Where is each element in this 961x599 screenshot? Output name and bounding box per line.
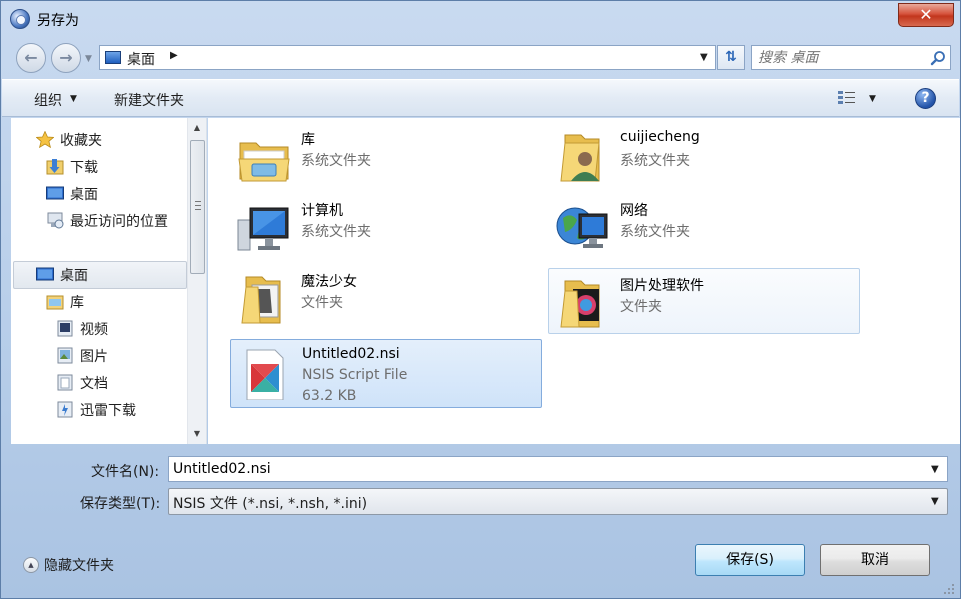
desktop-icon — [36, 267, 54, 281]
star-icon — [36, 131, 54, 148]
chevron-down-icon: ▼ — [931, 496, 939, 507]
search-box[interactable] — [751, 45, 951, 70]
list-item[interactable]: cuijiecheng 系统文件夹 — [549, 123, 861, 189]
folder-icon — [560, 280, 600, 328]
list-item[interactable]: 库 系统文件夹 — [230, 123, 542, 189]
forward-arrow-icon: → — [59, 48, 73, 67]
close-button[interactable]: ✕ — [898, 3, 954, 27]
address-bar[interactable]: 桌面 ▶ ▼ — [99, 45, 716, 70]
save-button[interactable]: 保存(S) — [695, 544, 805, 576]
app-icon — [10, 9, 30, 29]
video-library-icon — [57, 320, 73, 337]
back-button[interactable]: ← — [16, 43, 46, 73]
filename-field[interactable]: ▼ — [168, 456, 948, 482]
filetype-label: 保存类型(T): — [80, 496, 161, 512]
organize-button[interactable]: 组织 — [34, 90, 62, 110]
folder-icon — [241, 276, 281, 324]
grip-icon — [195, 201, 201, 210]
new-folder-button[interactable]: 新建文件夹 — [114, 90, 184, 110]
library-icon — [46, 295, 64, 310]
window-title: 另存为 — [37, 13, 79, 29]
list-item[interactable]: 计算机 系统文件夹 — [230, 194, 542, 260]
address-dropdown-icon[interactable]: ▼ — [700, 52, 708, 63]
library-folder-icon — [238, 142, 290, 182]
save-as-dialog: 另存为 ✕ ← → ▼ 桌面 ▶ ▼ ⇅ 组织 ▼ 新建文件夹 ▼ ? — [0, 0, 961, 599]
chevron-down-icon: ▼ — [85, 54, 92, 64]
navigation-pane: 收藏夹 下载 桌面 最近访问的位置 桌面 库 视频 图片 文档 迅雷下载 — [11, 118, 207, 444]
desktop-icon — [105, 51, 121, 64]
title-bar[interactable]: 另存为 ✕ — [1, 1, 960, 37]
scroll-up-arrow-icon[interactable]: ▲ — [188, 118, 206, 138]
chevron-down-icon[interactable]: ▼ — [931, 464, 939, 475]
command-bar: 组织 ▼ 新建文件夹 ▼ ? — [2, 79, 959, 117]
computer-icon — [237, 207, 289, 251]
refresh-icon: ⇅ — [725, 49, 737, 65]
user-folder-icon — [560, 134, 600, 182]
view-options-dropdown[interactable]: ▼ — [869, 94, 876, 104]
list-item[interactable]: 魔法少女 文件夹 — [230, 265, 542, 331]
network-icon — [556, 207, 608, 248]
scrollbar-thumb[interactable] — [190, 140, 205, 274]
filetype-select[interactable]: NSIS 文件 (*.nsi, *.nsh, *.ini) ▼ — [168, 488, 948, 515]
filetype-value: NSIS 文件 (*.nsi, *.nsh, *.ini) — [173, 496, 368, 512]
forward-button[interactable]: → — [51, 43, 81, 73]
download-folder-icon — [46, 159, 64, 175]
list-item[interactable]: 图片处理软件 文件夹 — [548, 268, 860, 334]
help-icon[interactable]: ? — [915, 88, 936, 109]
nsis-file-icon — [246, 349, 284, 400]
navigation-scrollbar[interactable]: ▲ ▼ — [187, 118, 206, 444]
change-view-icon[interactable] — [838, 90, 856, 106]
cancel-button[interactable]: 取消 — [820, 544, 930, 576]
recent-locations-dropdown[interactable]: ▼ — [85, 54, 97, 64]
chevron-right-icon[interactable]: ▶ — [170, 50, 178, 61]
chevron-up-icon: ▲ — [23, 557, 39, 573]
search-input[interactable] — [758, 48, 918, 68]
thunder-download-icon — [57, 401, 73, 418]
address-location[interactable]: 桌面 — [127, 49, 155, 69]
pictures-library-icon — [57, 347, 73, 364]
resize-grip-icon[interactable] — [941, 581, 955, 595]
list-item-selected[interactable]: Untitled02.nsi NSIS Script File 63.2 KB — [230, 339, 542, 408]
chevron-down-icon[interactable]: ▼ — [70, 94, 77, 104]
desktop-icon — [46, 186, 64, 200]
file-list: 库 系统文件夹 cuijiecheng 系统文件夹 计算机 系统文件夹 网络 系… — [208, 118, 960, 444]
search-icon[interactable] — [930, 50, 946, 66]
documents-library-icon — [57, 374, 73, 391]
back-arrow-icon: ← — [24, 48, 38, 67]
scroll-down-arrow-icon[interactable]: ▼ — [188, 424, 206, 444]
filename-input[interactable] — [173, 459, 913, 479]
filename-label: 文件名(N): — [91, 464, 160, 480]
recent-places-icon — [47, 212, 64, 229]
refresh-button[interactable]: ⇅ — [717, 45, 745, 70]
list-item[interactable]: 网络 系统文件夹 — [549, 194, 861, 260]
